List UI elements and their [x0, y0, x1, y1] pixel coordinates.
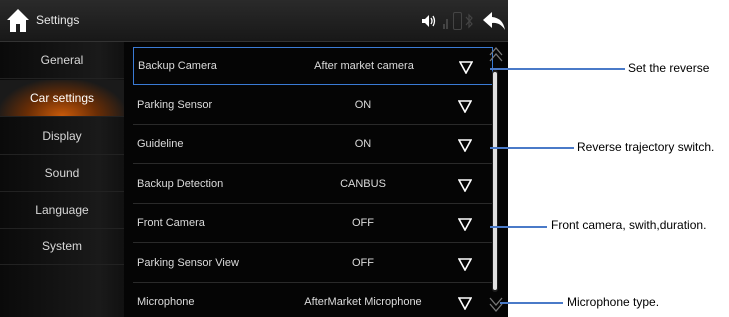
top-bar: Settings	[0, 0, 508, 42]
scroll-up-icon[interactable]	[489, 46, 503, 64]
sidebar-item-language[interactable]: Language	[0, 192, 124, 229]
callout-set-reverse: Set the reverse	[628, 61, 710, 75]
dropdown-arrow-icon[interactable]	[458, 217, 472, 231]
scroll-down-icon[interactable]	[489, 295, 503, 313]
callout-line	[490, 226, 547, 228]
callout-line	[500, 302, 563, 304]
setting-row-microphone[interactable]: Microphone AfterMarket Microphone	[133, 284, 493, 317]
home-icon[interactable]	[6, 8, 30, 34]
scrollbar-thumb[interactable]	[493, 72, 497, 290]
bluetooth-icon	[465, 13, 473, 29]
setting-value: OFF	[352, 217, 374, 229]
setting-row-front-camera[interactable]: Front Camera OFF	[133, 205, 493, 243]
sidebar-item-label: System	[41, 239, 82, 253]
sidebar-item-system[interactable]: System	[0, 228, 124, 265]
setting-row-backup-camera[interactable]: Backup Camera After market camera	[133, 47, 493, 85]
battery-icon	[453, 12, 462, 30]
back-icon[interactable]	[482, 10, 506, 32]
sidebar-item-general[interactable]: General	[0, 42, 124, 79]
sidebar: General Car settings Display Sound Langu…	[0, 42, 124, 317]
signal-icon	[443, 19, 448, 29]
callout-front-camera: Front camera, swith,duration.	[551, 218, 707, 232]
setting-value: ON	[354, 99, 372, 111]
settings-list: Backup Camera After market camera Parkin…	[124, 42, 508, 317]
sidebar-item-car-settings[interactable]: Car settings	[0, 80, 124, 117]
setting-label: Parking Sensor View	[137, 257, 239, 269]
setting-label: Guideline	[137, 138, 184, 150]
setting-value: OFF	[352, 257, 374, 269]
sidebar-item-label: Language	[35, 203, 89, 217]
setting-value: ON	[354, 138, 372, 150]
setting-row-backup-detection[interactable]: Backup Detection CANBUS	[133, 166, 493, 204]
setting-row-guideline[interactable]: Guideline ON	[133, 126, 493, 164]
callout-reverse-trajectory: Reverse trajectory switch.	[577, 140, 715, 154]
volume-icon[interactable]	[421, 14, 437, 28]
setting-label: Front Camera	[137, 217, 205, 229]
sidebar-item-label: Car settings	[29, 91, 95, 105]
setting-value: AfterMarket Microphone	[304, 296, 422, 308]
setting-label: Microphone	[137, 296, 195, 308]
sidebar-item-label: General	[40, 53, 84, 67]
dropdown-arrow-icon[interactable]	[458, 296, 472, 310]
callout-line	[490, 147, 574, 149]
setting-row-parking-sensor-view[interactable]: Parking Sensor View OFF	[133, 245, 493, 283]
head-unit-screen: Settings General Car settings Display So…	[0, 0, 508, 317]
sidebar-item-label: Sound	[44, 166, 80, 180]
setting-value: After market camera	[314, 60, 414, 72]
callout-line	[490, 68, 625, 70]
sidebar-item-label: Display	[42, 129, 82, 143]
setting-label: Backup Detection	[137, 178, 224, 190]
dropdown-arrow-icon[interactable]	[458, 257, 472, 271]
sidebar-item-display[interactable]: Display	[0, 118, 124, 155]
page-title: Settings	[36, 13, 80, 27]
sidebar-item-sound[interactable]: Sound	[0, 155, 124, 192]
setting-label: Parking Sensor	[137, 99, 213, 111]
dropdown-arrow-icon[interactable]	[458, 178, 472, 192]
setting-value: CANBUS	[340, 178, 386, 190]
dropdown-arrow-icon[interactable]	[458, 99, 472, 113]
callout-microphone-type: Microphone type.	[567, 295, 660, 309]
setting-label: Backup Camera	[138, 60, 217, 72]
dropdown-arrow-icon[interactable]	[458, 138, 472, 152]
setting-row-parking-sensor[interactable]: Parking Sensor ON	[133, 87, 493, 125]
dropdown-arrow-icon[interactable]	[459, 60, 473, 74]
